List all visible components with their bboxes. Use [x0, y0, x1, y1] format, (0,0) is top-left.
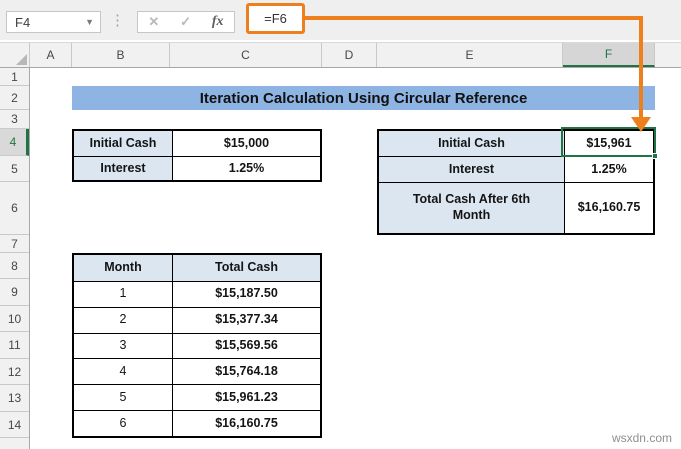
total-cash-column-header[interactable]: Total Cash — [172, 255, 320, 281]
toolbar-separator-dots-icon: ⋮ — [110, 12, 125, 29]
month-total-cash-table: Month Total Cash 1 $15,187.50 2 $15,377.… — [72, 253, 322, 438]
enter-icon[interactable]: ✓ — [180, 14, 191, 30]
row-header-14[interactable]: 14 — [0, 412, 29, 438]
row-header-6[interactable]: 6 — [0, 182, 29, 235]
column-header-filler — [655, 43, 681, 67]
initial-cash-value[interactable]: $15,000 — [172, 131, 320, 156]
row-header-8[interactable]: 8 — [0, 253, 29, 279]
row-headers: 1 2 3 4 5 6 7 8 9 10 11 12 13 14 — [0, 68, 30, 449]
row-header-10[interactable]: 10 — [0, 306, 29, 332]
column-headers: A B C D E F — [0, 42, 681, 68]
name-box-value: F4 — [15, 14, 31, 30]
month-2-cell[interactable]: 2 — [74, 306, 172, 333]
annotation-arrow-line-horizontal — [305, 16, 643, 20]
row-header-7[interactable]: 7 — [0, 235, 29, 253]
month-3-cell[interactable]: 3 — [74, 332, 172, 359]
row-header-4[interactable]: 4 — [0, 129, 29, 156]
month-6-cell[interactable]: 6 — [74, 410, 172, 436]
iter-initial-cash-label[interactable]: Initial Cash — [379, 131, 564, 156]
row-header-12[interactable]: 12 — [0, 359, 29, 385]
row-header-11[interactable]: 11 — [0, 332, 29, 359]
row-header-9[interactable]: 9 — [0, 279, 29, 306]
month-4-cell[interactable]: 4 — [74, 358, 172, 384]
total-cash-5-cell[interactable]: $15,961.23 — [172, 384, 320, 411]
select-all-triangle-icon — [16, 54, 27, 65]
row-header-5[interactable]: 5 — [0, 156, 29, 182]
initial-cash-table: Initial Cash $15,000 Interest 1.25% — [72, 129, 322, 182]
total-cash-4-cell[interactable]: $15,764.18 — [172, 358, 320, 385]
insert-function-icon[interactable]: fx — [212, 14, 224, 30]
cancel-icon[interactable]: ✕ — [148, 14, 159, 30]
month-1-cell[interactable]: 1 — [74, 280, 172, 307]
month-column-header[interactable]: Month — [74, 255, 172, 281]
row-header-13[interactable]: 13 — [0, 385, 29, 412]
annotation-arrow-line-vertical — [639, 16, 643, 117]
annotation-arrow-head-icon — [631, 117, 651, 132]
month-5-cell[interactable]: 5 — [74, 384, 172, 410]
formula-bar-buttons: ✕ ✓ fx — [137, 11, 235, 33]
excel-window: F4 ▼ ⋮ ✕ ✓ fx =F6 A B C D E F 1234567891… — [0, 0, 681, 449]
iteration-result-table: Initial Cash $15,961 Interest 1.25% Tota… — [377, 129, 655, 235]
iter-interest-value[interactable]: 1.25% — [564, 156, 653, 182]
row-header-partial — [0, 438, 29, 449]
total-cash-1-cell[interactable]: $15,187.50 — [172, 280, 320, 307]
total-cash-after-6th-month-label[interactable]: Total Cash After 6th Month — [379, 182, 564, 233]
row-header-2[interactable]: 2 — [0, 86, 29, 110]
sheet-title: Iteration Calculation Using Circular Ref… — [199, 89, 528, 107]
total-cash-after-6th-month-value[interactable]: $16,160.75 — [564, 182, 653, 233]
interest-value[interactable]: 1.25% — [172, 156, 320, 180]
total-cash-3-cell[interactable]: $15,569.56 — [172, 332, 320, 359]
formula-toolbar: F4 ▼ ⋮ ✕ ✓ fx =F6 — [0, 0, 681, 40]
title-banner-cell[interactable]: Iteration Calculation Using Circular Ref… — [72, 86, 655, 110]
column-header-d[interactable]: D — [322, 43, 377, 67]
fill-handle[interactable] — [652, 153, 658, 159]
column-header-e[interactable]: E — [377, 43, 563, 67]
column-header-b[interactable]: B — [72, 43, 170, 67]
iter-interest-label[interactable]: Interest — [379, 156, 564, 182]
column-header-a[interactable]: A — [30, 43, 72, 67]
select-all-corner[interactable] — [0, 43, 30, 67]
total-cash-6-cell[interactable]: $16,160.75 — [172, 410, 320, 436]
name-box-dropdown-icon[interactable]: ▼ — [85, 17, 94, 27]
iter-initial-cash-value-f4[interactable]: $15,961 — [564, 131, 653, 156]
watermark: wsxdn.com — [611, 431, 672, 445]
row-header-3[interactable]: 3 — [0, 110, 29, 129]
column-header-c[interactable]: C — [170, 43, 322, 67]
formula-highlight-box: =F6 — [246, 3, 305, 34]
interest-label[interactable]: Interest — [74, 156, 172, 180]
name-box[interactable]: F4 ▼ — [6, 11, 101, 33]
row-header-1[interactable]: 1 — [0, 68, 29, 86]
formula-input[interactable]: =F6 — [264, 11, 287, 26]
total-cash-2-cell[interactable]: $15,377.34 — [172, 306, 320, 333]
initial-cash-label[interactable]: Initial Cash — [74, 131, 172, 156]
